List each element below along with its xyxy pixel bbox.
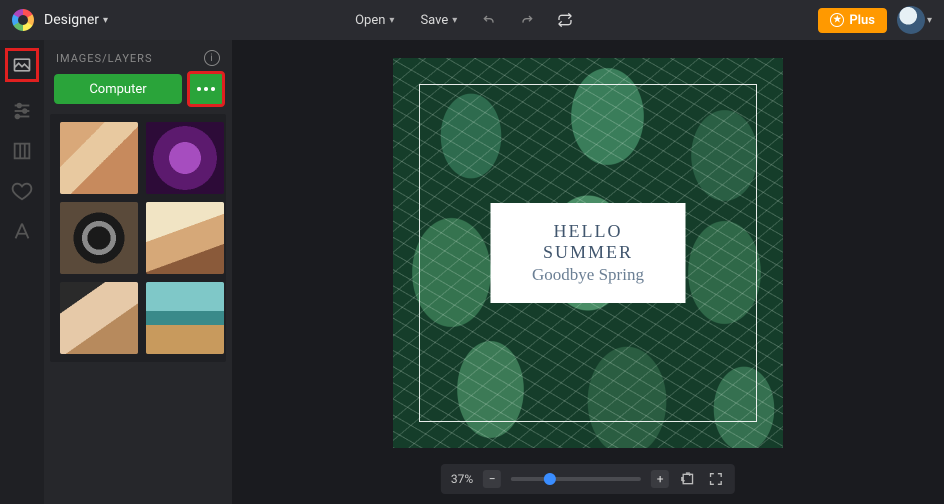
- more-sources-button[interactable]: [187, 71, 225, 107]
- thumbnail[interactable]: [60, 202, 138, 274]
- canvas-area: HELLO SUMMER Goodbye Spring 37% − +: [232, 40, 944, 504]
- thumbnail-grid: [50, 114, 226, 362]
- save-label: Save: [420, 13, 448, 28]
- panel-header: IMAGES/LAYERS i: [44, 40, 232, 74]
- chevron-down-icon: ▾: [103, 15, 108, 26]
- images-tool[interactable]: [5, 48, 39, 82]
- open-menu[interactable]: Open ▾: [347, 9, 402, 32]
- thumbnail[interactable]: [146, 282, 224, 354]
- canvas-title: HELLO SUMMER: [525, 221, 652, 263]
- chevron-down-icon: ▾: [452, 15, 457, 26]
- thumbnail[interactable]: [60, 282, 138, 354]
- avatar: [897, 6, 925, 34]
- tool-rail: [0, 40, 44, 504]
- dots-icon: [197, 87, 215, 91]
- thumbnail[interactable]: [146, 122, 224, 194]
- thumbnail[interactable]: [146, 202, 224, 274]
- fit-screen-button[interactable]: [679, 470, 697, 488]
- text-tool[interactable]: [11, 220, 33, 242]
- star-icon: ★: [830, 13, 844, 27]
- zoom-out-button[interactable]: −: [483, 470, 501, 488]
- slider-knob[interactable]: [544, 473, 556, 485]
- layout-tool[interactable]: [11, 140, 33, 162]
- info-icon[interactable]: i: [204, 50, 220, 66]
- plus-label: Plus: [849, 13, 875, 28]
- adjust-tool[interactable]: [11, 100, 33, 122]
- chevron-down-icon: ▾: [927, 15, 932, 26]
- zoom-slider[interactable]: [511, 477, 641, 481]
- computer-button[interactable]: Computer: [54, 74, 182, 104]
- text-box[interactable]: HELLO SUMMER Goodbye Spring: [491, 203, 686, 303]
- zoom-bar: 37% − +: [441, 464, 735, 494]
- chevron-down-icon: ▾: [389, 15, 394, 26]
- top-bar: Designer ▾ Open ▾ Save ▾ ★ Plus ▾: [0, 0, 944, 40]
- images-panel: IMAGES/LAYERS i Computer: [44, 40, 232, 504]
- computer-label: Computer: [89, 82, 146, 97]
- mode-dropdown[interactable]: Designer ▾: [44, 12, 108, 28]
- redo-button[interactable]: [513, 6, 541, 34]
- favorites-tool[interactable]: [11, 180, 33, 202]
- account-menu[interactable]: ▾: [897, 6, 932, 34]
- sync-button[interactable]: [551, 6, 579, 34]
- open-label: Open: [355, 13, 385, 28]
- mode-label: Designer: [44, 12, 99, 28]
- undo-button[interactable]: [475, 6, 503, 34]
- save-menu[interactable]: Save ▾: [412, 9, 465, 32]
- app-logo[interactable]: [12, 9, 34, 31]
- main-area: IMAGES/LAYERS i Computer HELLO SUMMER: [0, 40, 944, 504]
- fullscreen-button[interactable]: [707, 470, 725, 488]
- zoom-in-button[interactable]: +: [651, 470, 669, 488]
- plus-upgrade-button[interactable]: ★ Plus: [818, 8, 887, 33]
- canvas-subtitle: Goodbye Spring: [525, 265, 652, 285]
- thumbnail[interactable]: [60, 122, 138, 194]
- panel-title: IMAGES/LAYERS: [56, 52, 153, 65]
- zoom-percent: 37%: [451, 472, 473, 486]
- design-canvas[interactable]: HELLO SUMMER Goodbye Spring: [393, 58, 783, 448]
